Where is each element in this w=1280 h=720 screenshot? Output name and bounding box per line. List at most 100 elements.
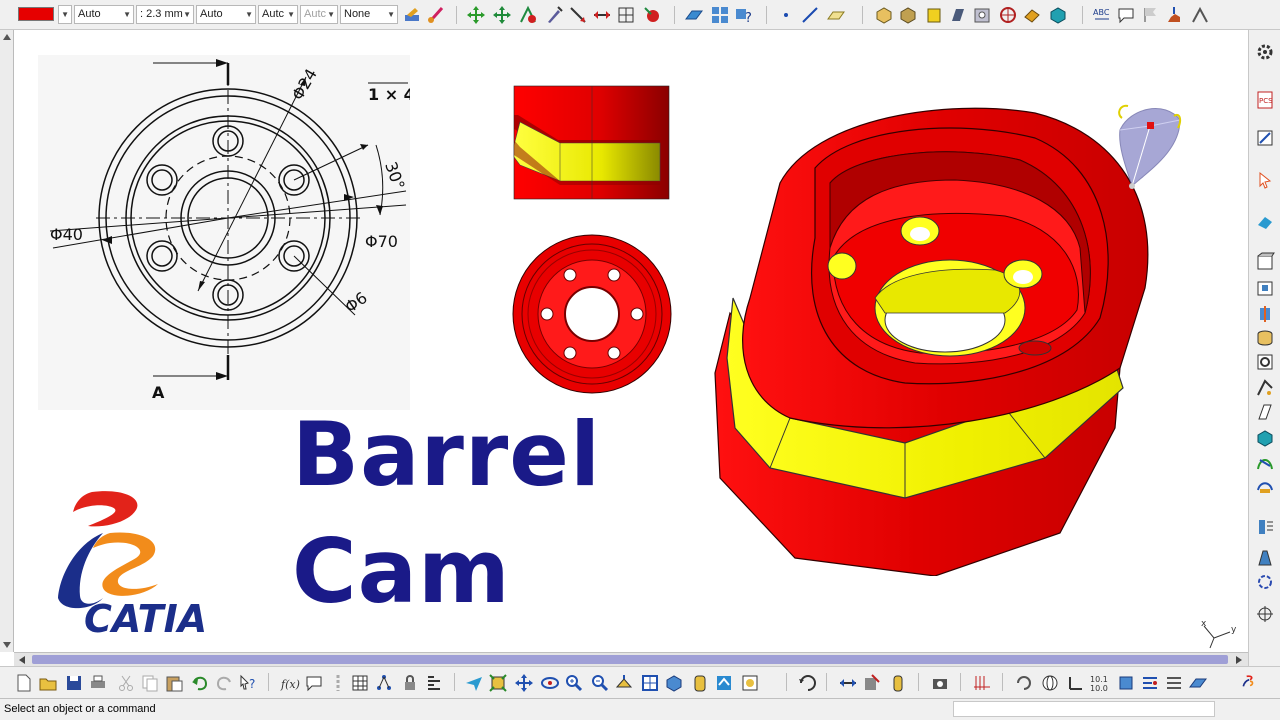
new-file-icon[interactable] (14, 673, 34, 693)
pad-icon[interactable] (874, 5, 894, 25)
align-icon[interactable] (1140, 673, 1160, 693)
globe-icon[interactable] (1040, 673, 1060, 693)
zoom-out-icon[interactable] (590, 673, 610, 693)
measure-item-icon[interactable] (862, 673, 882, 693)
grid-display-icon[interactable] (972, 673, 992, 693)
measure-inertia-icon[interactable] (888, 673, 908, 693)
barrel-cam-3d-model[interactable] (705, 98, 1160, 576)
multi-section-icon[interactable] (1255, 452, 1275, 472)
slot-icon[interactable] (1022, 5, 1042, 25)
cut-icon[interactable] (116, 673, 136, 693)
measure-between-icon[interactable] (1190, 5, 1210, 25)
open-folder-icon[interactable] (38, 673, 58, 693)
painter-icon[interactable] (402, 5, 422, 25)
table-icon[interactable] (350, 673, 370, 693)
link-icon[interactable] (328, 673, 348, 693)
pocket-icon[interactable] (898, 5, 918, 25)
transparency-combo[interactable]: Autc ▼ (300, 5, 338, 24)
plane-icon[interactable] (684, 5, 704, 25)
snap-icon[interactable] (518, 5, 538, 25)
color-swatch[interactable] (18, 7, 54, 21)
brush-icon[interactable] (426, 5, 446, 25)
point-type-combo[interactable]: Auto ▼ (196, 5, 256, 24)
multi-view-icon[interactable] (640, 673, 660, 693)
horizontal-scrollbar[interactable] (14, 652, 1248, 666)
remove-multi-section-icon[interactable] (1255, 476, 1275, 496)
scrollbar-thumb[interactable] (32, 655, 1228, 664)
measure-icon[interactable] (642, 5, 662, 25)
shading-icon[interactable] (690, 673, 710, 693)
zoom-in-icon[interactable] (564, 673, 584, 693)
compass-widget[interactable] (1110, 100, 1186, 192)
slot-feature-icon[interactable] (1255, 402, 1275, 422)
shaft-feature-icon[interactable] (1255, 304, 1275, 324)
plane-view-icon[interactable] (1188, 673, 1208, 693)
pcs-icon[interactable]: PCS (1255, 90, 1275, 110)
capture-icon[interactable] (930, 673, 950, 693)
scroll-right-icon[interactable] (1234, 655, 1244, 665)
groove-icon[interactable] (948, 5, 968, 25)
tool-icon[interactable] (544, 5, 564, 25)
color-dropdown[interactable]: ▼ (58, 5, 72, 24)
scale-icon[interactable] (592, 5, 612, 25)
hide-show-icon[interactable] (714, 673, 734, 693)
layer-combo[interactable]: Autc ▼ (258, 5, 298, 24)
parameters-icon[interactable] (424, 673, 444, 693)
whats-this-icon[interactable]: ? (238, 673, 258, 693)
pan-icon[interactable] (466, 5, 486, 25)
rotate-icon[interactable] (540, 673, 560, 693)
solid-combine-icon[interactable] (1048, 5, 1068, 25)
flag-note-icon[interactable] (1140, 5, 1160, 25)
tree-icon[interactable] (374, 673, 394, 693)
annotation-icon[interactable] (1116, 5, 1136, 25)
axis-toggle-icon[interactable] (1066, 673, 1086, 693)
fly-mode-icon[interactable] (464, 673, 484, 693)
paste-icon[interactable] (164, 673, 184, 693)
redo-icon[interactable] (214, 673, 234, 693)
undo-icon[interactable] (190, 673, 210, 693)
command-input[interactable] (953, 701, 1215, 717)
list-icon[interactable] (1164, 673, 1184, 693)
target-icon[interactable] (1255, 604, 1275, 624)
thread-icon[interactable] (1255, 516, 1275, 536)
plane-tool-icon[interactable] (826, 5, 846, 25)
line-type-combo[interactable]: Auto ▼ (74, 5, 134, 24)
hand-icon[interactable] (1164, 5, 1184, 25)
formula-icon[interactable]: f(x) (280, 673, 300, 693)
pad-feature-icon[interactable] (1255, 252, 1275, 272)
grid-icon[interactable] (616, 5, 636, 25)
scale-ratio-icon[interactable]: 10.110.0 (1090, 673, 1110, 693)
draft-icon[interactable] (1255, 548, 1275, 568)
cursor-icon[interactable] (1255, 170, 1275, 190)
save-icon[interactable] (64, 673, 84, 693)
copy-icon[interactable] (140, 673, 160, 693)
gear-icon[interactable] (1255, 42, 1275, 62)
scroll-left-icon[interactable] (17, 655, 27, 665)
comment-icon[interactable] (304, 673, 324, 693)
pan-view-icon[interactable] (514, 673, 534, 693)
swap-visible-icon[interactable] (740, 673, 760, 693)
fit-all-icon[interactable] (488, 673, 508, 693)
eraser-icon[interactable] (1255, 212, 1275, 232)
pattern-icon[interactable] (1255, 572, 1275, 592)
hole-icon[interactable] (972, 5, 992, 25)
lock-icon[interactable] (400, 673, 420, 693)
iso-view-icon[interactable] (664, 673, 684, 693)
normal-view-icon[interactable] (614, 673, 634, 693)
measure-distance-icon[interactable] (838, 673, 858, 693)
shaft-icon[interactable] (924, 5, 944, 25)
point-icon[interactable] (776, 5, 796, 25)
catia-compass-icon[interactable] (1240, 673, 1260, 693)
text-icon[interactable]: ABC (1092, 5, 1112, 25)
sketch-icon[interactable] (1255, 128, 1275, 148)
pocket-feature-icon[interactable] (1255, 278, 1275, 298)
refresh-icon[interactable] (1014, 673, 1034, 693)
rib-icon[interactable] (998, 5, 1018, 25)
groove-feature-icon[interactable] (1255, 328, 1275, 348)
move-icon[interactable] (492, 5, 512, 25)
line-thickness-combo[interactable]: : 2.3 mm ▼ (136, 5, 194, 24)
cube-view-icon[interactable] (1116, 673, 1136, 693)
line-arrow-icon[interactable] (568, 5, 588, 25)
help-icon[interactable]: ? (734, 5, 754, 25)
solid-feature-icon[interactable] (1255, 428, 1275, 448)
